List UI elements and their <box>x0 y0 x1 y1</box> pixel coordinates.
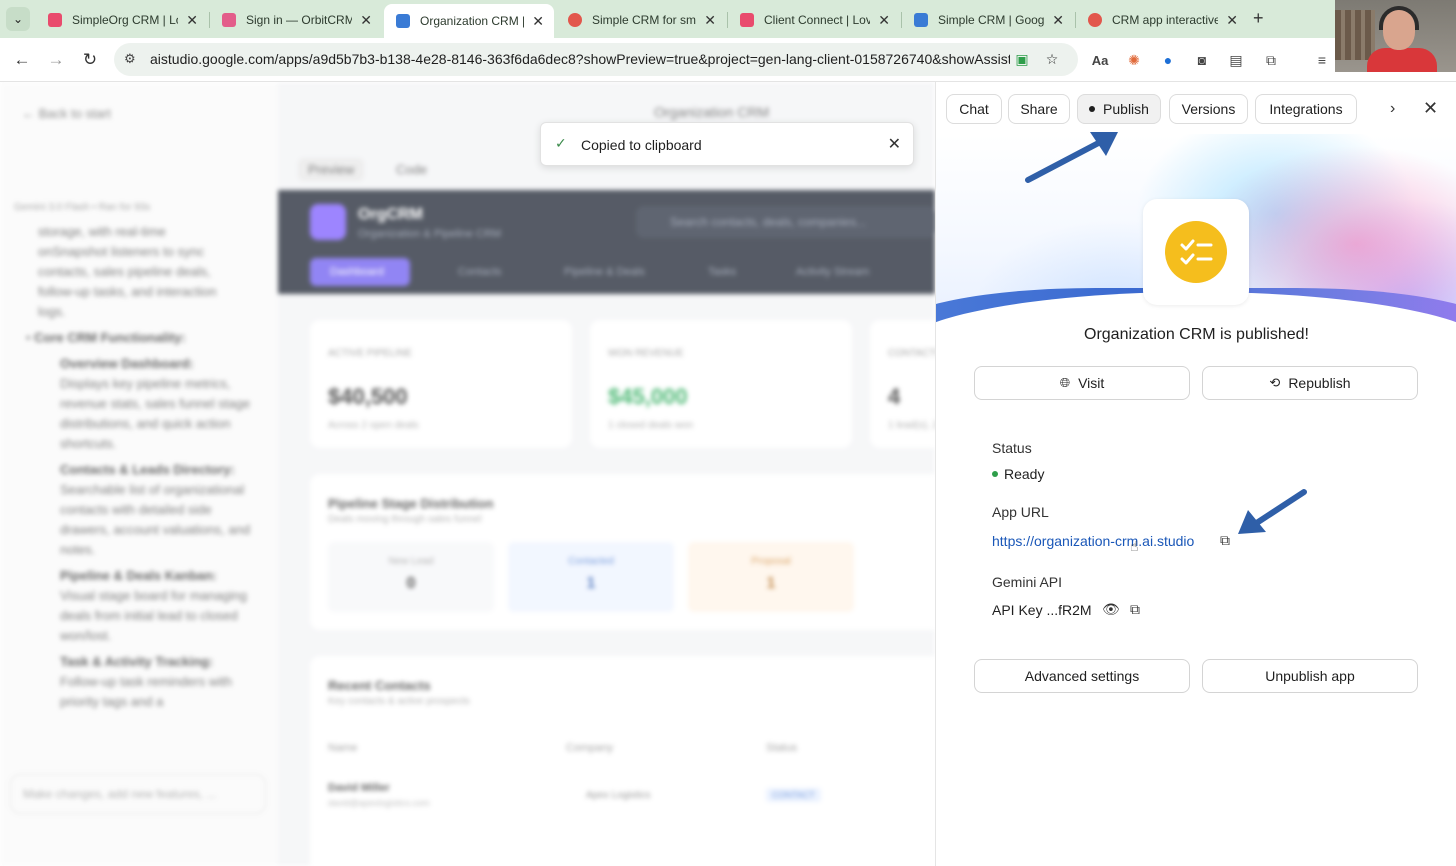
tab-close-icon[interactable]: ✕ <box>1052 12 1064 29</box>
publish-info-box: Status Ready App URL https://organizatio… <box>974 420 1418 638</box>
publish-panel: Chat Share Publish Versions Integrations… <box>935 82 1456 866</box>
browser-tab[interactable]: Simple CRM for smal ✕ <box>556 4 726 36</box>
advanced-settings-button[interactable]: Advanced settings <box>974 659 1190 693</box>
globe-icon: 🌐︎ <box>1059 375 1071 390</box>
status-value: Ready <box>992 466 1044 482</box>
unpublish-button[interactable]: Unpublish app <box>1202 659 1418 693</box>
chat-summary: storage, with real-time onSnapshot liste… <box>26 224 251 709</box>
new-tab-plus-icon[interactable]: + <box>1253 8 1264 29</box>
address-bar[interactable]: ⚙ aistudio.google.com/apps/a9d5b7b3-b138… <box>114 43 1078 76</box>
toast-close-icon[interactable]: ✕ <box>888 134 901 154</box>
extension-play-icon[interactable]: ● <box>1158 50 1178 70</box>
reader-mode-icon[interactable]: Aa <box>1090 50 1110 70</box>
close-panel-icon[interactable]: ✕ <box>1423 98 1438 119</box>
check-icon: ✓ <box>555 135 567 151</box>
eye-icon[interactable]: 👁︎ <box>1102 601 1120 618</box>
model-info: Gemini 3.0 Flash • Ran for 93s <box>14 202 151 213</box>
tab-search-chevron-icon[interactable]: ⌄ <box>6 7 30 31</box>
tab-share[interactable]: Share <box>1008 94 1070 124</box>
tab-code[interactable]: Code <box>396 162 427 177</box>
orgcrm-logo-icon <box>310 204 346 240</box>
preview-area: Organization CRM Preview Code OrgCRM Org… <box>278 82 935 866</box>
aistudio-favicon-icon <box>914 13 928 27</box>
media-control-icon[interactable]: ≡ <box>1312 50 1332 70</box>
chatgpt-favicon-icon <box>568 13 582 27</box>
status-dot-icon <box>992 471 998 477</box>
back-to-start-link[interactable]: ← Back to start <box>22 106 111 121</box>
tab-close-icon[interactable]: ✕ <box>878 12 890 29</box>
tab-close-icon[interactable]: ✕ <box>360 12 372 29</box>
lovable-favicon-icon <box>740 13 754 27</box>
install-app-icon[interactable]: ▣ <box>1012 49 1032 69</box>
orbit-favicon-icon <box>222 13 236 27</box>
site-info-icon[interactable]: ⚙ <box>124 51 136 67</box>
tab-integrations[interactable]: Integrations <box>1255 94 1357 124</box>
aistudio-favicon-icon <box>396 14 410 28</box>
webcam-overlay <box>1335 0 1456 72</box>
browser-tab-active[interactable]: Organization CRM | G ✕ <box>384 4 554 38</box>
status-label: Status <box>992 440 1032 456</box>
bookmark-star-icon[interactable]: ☆ <box>1042 49 1062 69</box>
extensions-puzzle-icon[interactable]: ⧉ <box>1261 50 1281 70</box>
stat-card: ACTIVE PIPELINE $40,500 Across 2 open de… <box>310 320 572 448</box>
forward-arrow-icon[interactable]: → <box>44 48 68 72</box>
lovable-favicon-icon <box>48 13 62 27</box>
back-arrow-icon[interactable]: ← <box>10 48 34 72</box>
published-title: Organization CRM is published! <box>1084 326 1309 343</box>
toast-message: Copied to clipboard <box>581 137 702 153</box>
app-url-label: App URL <box>992 504 1049 520</box>
tab-preview[interactable]: Preview <box>298 158 365 181</box>
chevron-right-icon[interactable]: › <box>1390 100 1395 118</box>
tab-close-icon[interactable]: ✕ <box>186 12 198 29</box>
gemini-api-label: Gemini API <box>992 574 1063 590</box>
tab-close-icon[interactable]: ✕ <box>1226 12 1238 29</box>
browser-tab[interactable]: SimpleOrg CRM | Lov ✕ <box>36 4 208 36</box>
reload-icon[interactable]: ↻ <box>78 48 102 72</box>
copy-api-key-icon[interactable]: ⧉ <box>1130 601 1140 618</box>
pipeline-card: Pipeline Stage Distribution Deals moving… <box>310 474 935 630</box>
copy-url-icon[interactable]: ⧉ <box>1220 532 1230 549</box>
recent-contacts-card: Recent Contacts Key contacts & active pr… <box>310 656 935 866</box>
browser-tab[interactable]: Sign in — OrbitCRM ✕ <box>210 4 382 36</box>
search-input[interactable]: Search contacts, deals, companies... <box>636 206 935 238</box>
visit-button[interactable]: 🌐︎ Visit <box>974 366 1190 400</box>
studio-workspace: ← Back to start Gemini 3.0 Flash • Ran f… <box>0 82 935 866</box>
app-icon-card <box>1143 199 1249 305</box>
api-key-value: API Key ...fR2M <box>992 602 1092 618</box>
extension-box-icon[interactable]: ▤ <box>1226 50 1246 70</box>
browser-toolbar: ← → ↻ ⚙ aistudio.google.com/apps/a9d5b7b… <box>0 38 1456 82</box>
tab-publish[interactable]: Publish <box>1077 94 1161 124</box>
refresh-icon: ⟲ <box>1269 375 1281 390</box>
checklist-app-icon <box>1165 221 1227 283</box>
chatgpt-favicon-icon <box>1088 13 1102 27</box>
tab-close-icon[interactable]: ✕ <box>704 12 716 29</box>
republish-button[interactable]: ⟲ Republish <box>1202 366 1418 400</box>
claude-extension-icon[interactable]: ✺ <box>1124 50 1144 70</box>
tab-chat[interactable]: Chat <box>946 94 1002 124</box>
camera-extension-icon[interactable]: ◙ <box>1192 50 1212 70</box>
stat-card: WON REVENUE $45,000 1 closed deals won <box>590 320 852 448</box>
browser-tab-bar: ⌄ SimpleOrg CRM | Lov ✕ Sign in — OrbitC… <box>0 0 1456 38</box>
tab-versions[interactable]: Versions <box>1169 94 1248 124</box>
browser-tab[interactable]: Client Connect | Lova ✕ <box>728 4 900 36</box>
browser-tab[interactable]: Simple CRM | Google ✕ <box>902 4 1074 36</box>
tab-close-icon[interactable]: ✕ <box>532 13 544 30</box>
mouse-cursor-icon: ☝ <box>1130 538 1139 554</box>
annotation-arrow-url <box>1238 489 1307 534</box>
chat-input[interactable]: Make changes, add new features, ... <box>10 774 266 814</box>
stat-card: CONTACTS 4 1 lead(s), 2 <box>870 320 935 448</box>
address-url[interactable]: aistudio.google.com/apps/a9d5b7b3-b138-4… <box>150 51 1010 67</box>
copied-toast: ✓ Copied to clipboard ✕ <box>540 122 914 166</box>
browser-tab[interactable]: CRM app interactive ✕ <box>1076 4 1248 36</box>
annotation-arrow-publish <box>1025 132 1118 183</box>
chat-panel: ← Back to start Gemini 3.0 Flash • Ran f… <box>0 82 278 866</box>
app-url-link[interactable]: https://organization-crm.ai.studio <box>992 533 1194 549</box>
